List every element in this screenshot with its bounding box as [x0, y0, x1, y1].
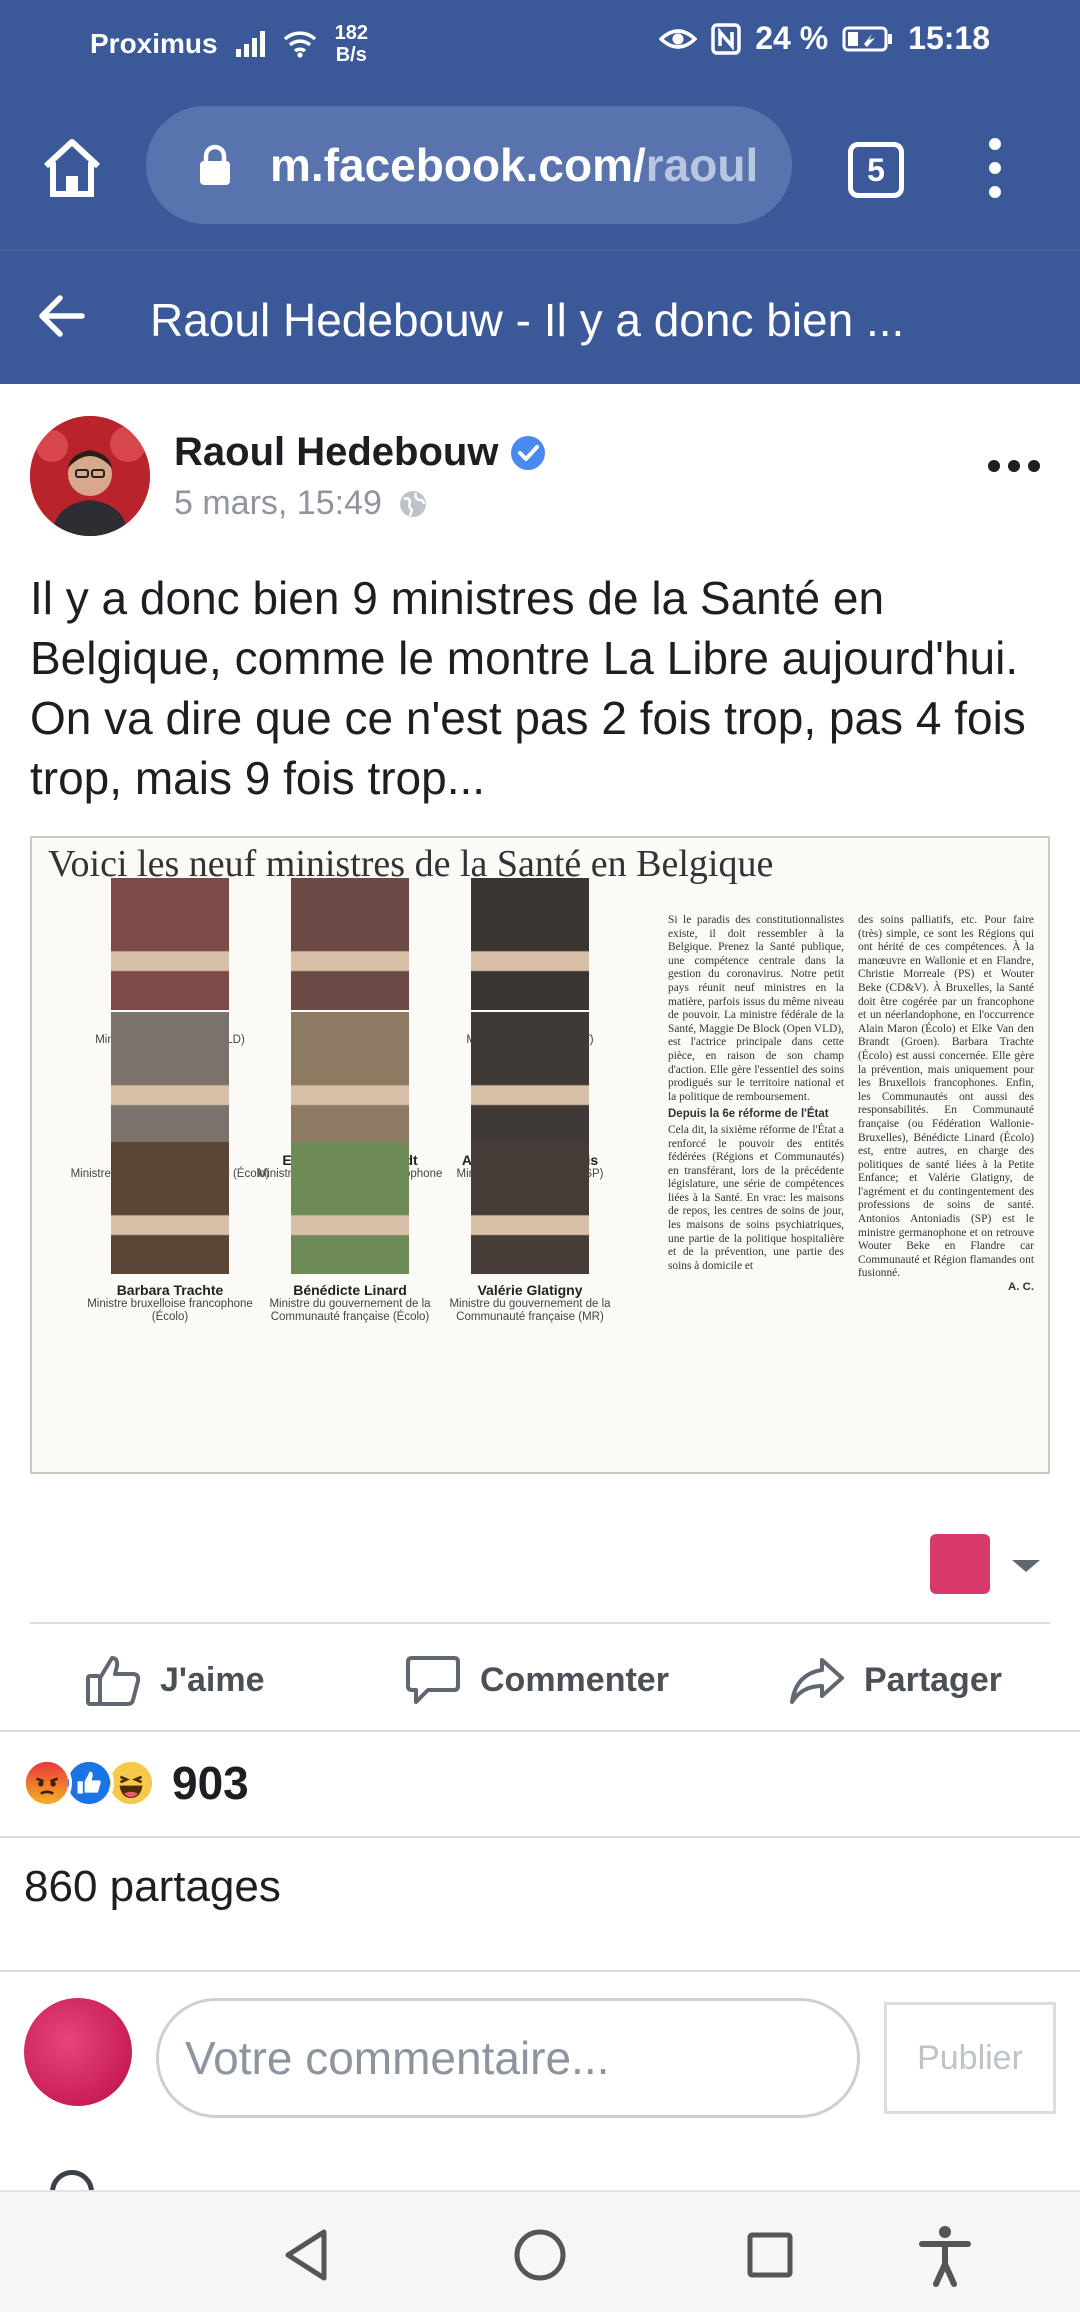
page-identity-avatar[interactable]: [930, 1534, 990, 1594]
nav-recents-icon[interactable]: [735, 2220, 805, 2290]
article-text-3: des soins palliatifs, etc. Pour faire (t…: [858, 914, 1034, 1280]
lock-icon: [200, 144, 230, 185]
post-timestamp[interactable]: 5 mars, 15:49: [174, 484, 382, 523]
post-meta: 5 mars, 15:49: [174, 484, 428, 523]
article-column-1: Si le paradis des constitutionnalistes e…: [668, 914, 844, 1273]
eye-icon: [659, 28, 698, 49]
minister-name: Bénédicte Linard: [293, 1282, 407, 1298]
minister-photo: [471, 1012, 589, 1144]
tab-count: 5: [867, 151, 885, 188]
thumbs-up-icon: [86, 1656, 141, 1706]
minister-photo: [291, 1142, 409, 1274]
author-photo: [30, 416, 150, 536]
minister-role: Ministre bruxelloise francophone (Écolo): [87, 1298, 253, 1323]
author-avatar[interactable]: [30, 416, 150, 536]
nfc-icon: [711, 22, 741, 55]
comment-label: Commenter: [480, 1660, 669, 1699]
article-column-2: des soins palliatifs, etc. Pour faire (t…: [858, 914, 1034, 1295]
url-text: m.facebook.com/raoul: [270, 139, 759, 191]
comment-input[interactable]: Votre commentaire...: [156, 1998, 860, 2118]
page-title: Raoul Hedebouw - Il y a donc bien ...: [150, 294, 905, 346]
minister-name: Barbara Trachte: [116, 1282, 224, 1298]
article-text-2: Cela dit, la sixième réforme de l'État a…: [668, 1123, 844, 1272]
article-subhead: Depuis la 6e réforme de l'État: [668, 1108, 829, 1121]
divider: [0, 1730, 1080, 1732]
divider: [0, 1836, 1080, 1838]
chevron-down-icon[interactable]: [1012, 1560, 1040, 1572]
commenter-avatar: [24, 1998, 132, 2106]
post-actions: J'aime Commenter Partager: [0, 1626, 1080, 1730]
article-text-1: Si le paradis des constitutionnalistes e…: [668, 914, 844, 1103]
address-bar[interactable]: m.facebook.com/raoul: [146, 106, 792, 224]
minister-photo: [111, 878, 229, 1010]
status-bar: Proximus 182 B/s 24 % 15:18: [0, 0, 1080, 82]
publish-button[interactable]: Publier: [884, 2002, 1056, 2114]
reactions-summary[interactable]: 903: [22, 1756, 249, 1810]
status-right: 24 % 15:18: [659, 20, 990, 57]
minister-card: Barbara Trachte Ministre bruxelloise fran…: [70, 1142, 270, 1324]
verified-badge-icon: [511, 435, 546, 470]
minister-photo: [111, 1012, 229, 1144]
minister-photo: [291, 1012, 409, 1144]
battery-percent: 24 %: [755, 20, 829, 56]
minister-name: Valérie Glatigny: [477, 1282, 583, 1298]
clock: 15:18: [908, 20, 990, 56]
comment-icon: [406, 1656, 460, 1704]
share-label: Partager: [864, 1660, 1002, 1699]
post-text: Il y a donc bien 9 ministres de la Santé…: [30, 572, 1026, 804]
comment-placeholder: Votre commentaire...: [185, 2032, 610, 2084]
comment-button[interactable]: Commenter: [404, 1652, 669, 1708]
minister-photo: [111, 1142, 229, 1274]
nav-home-icon[interactable]: [505, 2220, 575, 2290]
minister-card: Bénédicte Linard Ministre du gouvernement…: [250, 1142, 450, 1324]
like-button[interactable]: J'aime: [84, 1652, 265, 1708]
battery-icon: [842, 26, 893, 51]
network-speed: 182 B/s: [334, 22, 368, 66]
minister-role: Ministre du gouvernement de la Communaut…: [449, 1298, 611, 1323]
angry-reaction-icon: [22, 1758, 72, 1808]
wifi-icon: [283, 31, 316, 58]
nav-back-icon[interactable]: [274, 2220, 344, 2290]
share-button[interactable]: Partager: [788, 1652, 1002, 1708]
share-arrow-icon: [790, 1658, 844, 1704]
publish-label: Publier: [917, 2038, 1023, 2077]
home-icon[interactable]: [40, 136, 104, 200]
minister-photo: [471, 1142, 589, 1274]
minister-card: Valérie Glatigny Ministre du gouvernement…: [430, 1142, 630, 1324]
like-label: J'aime: [160, 1660, 265, 1699]
page-header: Raoul Hedebouw - Il y a donc bien ...: [0, 250, 1080, 384]
reaction-count: 903: [172, 1757, 249, 1809]
author-row: Raoul Hedebouw: [174, 430, 546, 475]
browser-menu-icon[interactable]: [980, 138, 1010, 198]
browser-toolbar: m.facebook.com/raoul 5: [0, 82, 1080, 250]
minister-role: Ministre du gouvernement de la Communaut…: [269, 1298, 431, 1323]
share-count[interactable]: 860 partages: [24, 1862, 281, 1912]
minister-photo: [291, 878, 409, 1010]
article-signature: A. C.: [1008, 1281, 1034, 1294]
minister-photo: [471, 878, 589, 1010]
post-image[interactable]: Voici les neuf ministres de la Santé en …: [30, 836, 1050, 1474]
tab-switcher-button[interactable]: 5: [848, 142, 904, 198]
status-left: Proximus 182 B/s: [90, 22, 368, 66]
divider: [30, 1622, 1050, 1624]
divider: [0, 1970, 1080, 1972]
signal-icon: [235, 31, 265, 57]
carrier-label: Proximus: [90, 28, 218, 59]
globe-icon: [399, 490, 426, 517]
back-arrow-icon[interactable]: [34, 289, 88, 343]
post-options-icon[interactable]: [988, 456, 1040, 476]
system-nav-bar: [0, 2190, 1080, 2312]
author-name[interactable]: Raoul Hedebouw: [174, 430, 498, 475]
accessibility-icon[interactable]: [910, 2220, 980, 2290]
